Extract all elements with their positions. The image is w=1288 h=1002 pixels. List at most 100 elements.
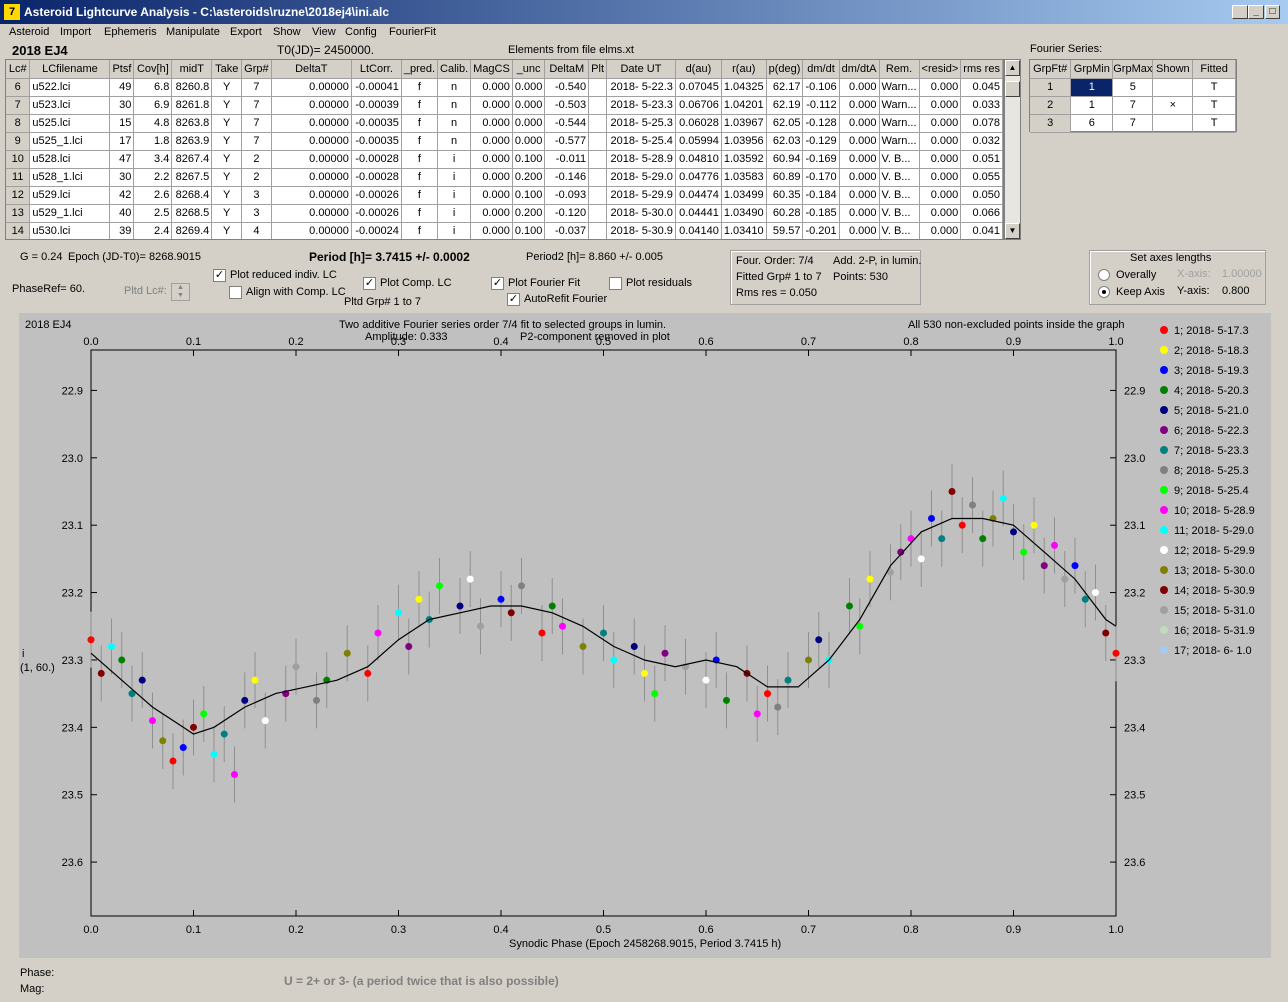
table-cell[interactable]: -0.128 [802,114,840,133]
table-cell[interactable]: 62.03 [766,132,804,151]
table-cell[interactable]: 0.000 [839,114,880,133]
table-cell[interactable]: 0.000 [470,114,513,133]
table-cell[interactable]: -0.169 [802,150,840,169]
table-cell[interactable]: i [437,150,472,169]
table-row[interactable]: 13 u529_1.lci 40 2.5 8268.5 Y 3 0.00000 -0.00026… [6,204,1003,223]
align-checkbox[interactable] [229,286,242,299]
table-cell[interactable]: i [437,204,472,223]
fourier-cell[interactable]: 7 [1112,114,1154,133]
column-header[interactable]: Lc# [6,60,31,79]
column-header[interactable]: _unc [512,60,546,79]
table-cell[interactable]: 8269.4 [171,222,213,239]
table-cell[interactable]: u530.lci [29,222,111,239]
table-cell[interactable]: 2.2 [133,168,173,187]
table-cell[interactable]: Y [211,186,243,205]
table-cell[interactable]: 0.100 [512,150,546,169]
table-cell[interactable]: 0.04810 [675,150,722,169]
table-cell[interactable]: V. B... [879,186,920,205]
table-cell[interactable]: 0.000 [919,204,962,223]
table-cell[interactable]: 0.066 [960,204,1003,223]
table-cell[interactable]: -0.146 [544,168,590,187]
table-cell[interactable]: 1.8 [133,132,173,151]
table-cell[interactable]: 0.04474 [675,186,722,205]
fourier-cell[interactable]: 6 [1070,114,1114,133]
table-cell[interactable]: 4 [241,222,272,239]
table-cell[interactable]: f [401,186,439,205]
table-row[interactable]: 6 u522.lci 49 6.8 8260.8 Y 7 0.00000 -0.00041 f n 0… [6,78,1003,97]
table-cell[interactable]: -0.00026 [351,204,402,223]
autorefit-checkbox[interactable]: ✓ [507,293,520,306]
table-cell[interactable]: 6.8 [133,78,173,97]
table-cell[interactable]: Y [211,168,243,187]
table-cell[interactable] [588,132,608,151]
table-cell[interactable] [588,222,608,239]
column-header[interactable]: Calib. [437,60,472,79]
column-header[interactable]: Take [211,60,243,79]
table-cell[interactable]: u525.lci [29,114,111,133]
table-cell[interactable] [588,96,608,115]
table-cell[interactable]: 7 [241,78,272,97]
table-row[interactable]: 10 u528.lci 47 3.4 8267.4 Y 2 0.00000 -0.00028 f i… [6,150,1003,169]
table-cell[interactable]: 0.045 [960,78,1003,97]
table-cell[interactable]: 7 [241,96,272,115]
column-header[interactable]: midT [171,60,213,79]
table-cell[interactable] [588,186,608,205]
table-row[interactable]: 8 u525.lci 15 4.8 8263.8 Y 7 0.00000 -0.00035 f n 0… [6,114,1003,133]
table-cell[interactable]: 40 [109,204,135,223]
table-cell[interactable]: 2018- 5-30.0 [606,204,676,223]
menu-asteroid[interactable]: Asteroid [9,26,49,38]
row-header[interactable]: 10 [6,150,31,169]
table-cell[interactable]: 0.100 [512,222,546,239]
row-header[interactable]: 9 [6,132,31,151]
table-cell[interactable]: 1.03583 [721,168,767,187]
table-cell[interactable]: 2 [241,168,272,187]
table-cell[interactable]: 1.03490 [721,204,767,223]
column-header[interactable]: MagCS [470,60,513,79]
table-cell[interactable]: -0.503 [544,96,590,115]
table-cell[interactable] [588,168,608,187]
table-cell[interactable]: 60.89 [766,168,804,187]
table-cell[interactable]: n [437,96,472,115]
table-cell[interactable]: 0.100 [512,186,546,205]
table-cell[interactable]: i [437,222,472,239]
table-cell[interactable]: -0.00041 [351,78,402,97]
fourier-column-header[interactable]: Fitted [1192,60,1236,79]
table-cell[interactable]: 0.051 [960,150,1003,169]
table-cell[interactable]: 0.000 [512,78,546,97]
table-cell[interactable]: 2 [241,150,272,169]
table-cell[interactable]: 0.00000 [271,150,352,169]
table-cell[interactable]: 15 [109,114,135,133]
table-cell[interactable]: 0.000 [512,96,546,115]
table-cell[interactable]: 8263.8 [171,114,213,133]
table-cell[interactable]: n [437,114,472,133]
table-row[interactable]: 7 u523.lci 30 6.9 8261.8 Y 7 0.00000 -0.00039 f n 0… [6,96,1003,115]
table-cell[interactable]: 8267.4 [171,150,213,169]
table-cell[interactable]: 0.000 [839,222,880,239]
menu-ephemeris[interactable]: Ephemeris [104,26,157,38]
table-cell[interactable]: 0.000 [470,168,513,187]
row-header[interactable]: 14 [6,222,31,239]
table-row[interactable]: 14 u530.lci 39 2.4 8269.4 Y 4 0.00000 -0.00024 f i… [6,222,1003,239]
table-cell[interactable]: -0.201 [802,222,840,239]
table-cell[interactable] [588,204,608,223]
title-bar[interactable]: 7 Asteroid Lightcurve Analysis - C:\aste… [0,0,1288,24]
menu-config[interactable]: Config [345,26,377,38]
table-cell[interactable]: -0.00028 [351,168,402,187]
table-cell[interactable]: 60.35 [766,186,804,205]
minimize-button[interactable]: _ [1248,5,1264,19]
table-cell[interactable]: 62.05 [766,114,804,133]
table-cell[interactable]: -0.184 [802,186,840,205]
table-cell[interactable]: f [401,150,439,169]
table-cell[interactable]: u528.lci [29,150,111,169]
table-cell[interactable]: 0.000 [919,150,962,169]
scroll-thumb[interactable] [1005,81,1020,97]
table-cell[interactable]: 2018- 5-29.0 [606,168,676,187]
table-cell[interactable]: 0.000 [839,186,880,205]
table-cell[interactable]: 0.000 [839,96,880,115]
table-cell[interactable]: V. B... [879,222,920,239]
table-cell[interactable]: 60.28 [766,204,804,223]
table-cell[interactable]: 0.000 [919,96,962,115]
column-header[interactable]: <resid> [919,60,962,79]
table-cell[interactable]: 30 [109,168,135,187]
table-cell[interactable]: -0.00039 [351,96,402,115]
